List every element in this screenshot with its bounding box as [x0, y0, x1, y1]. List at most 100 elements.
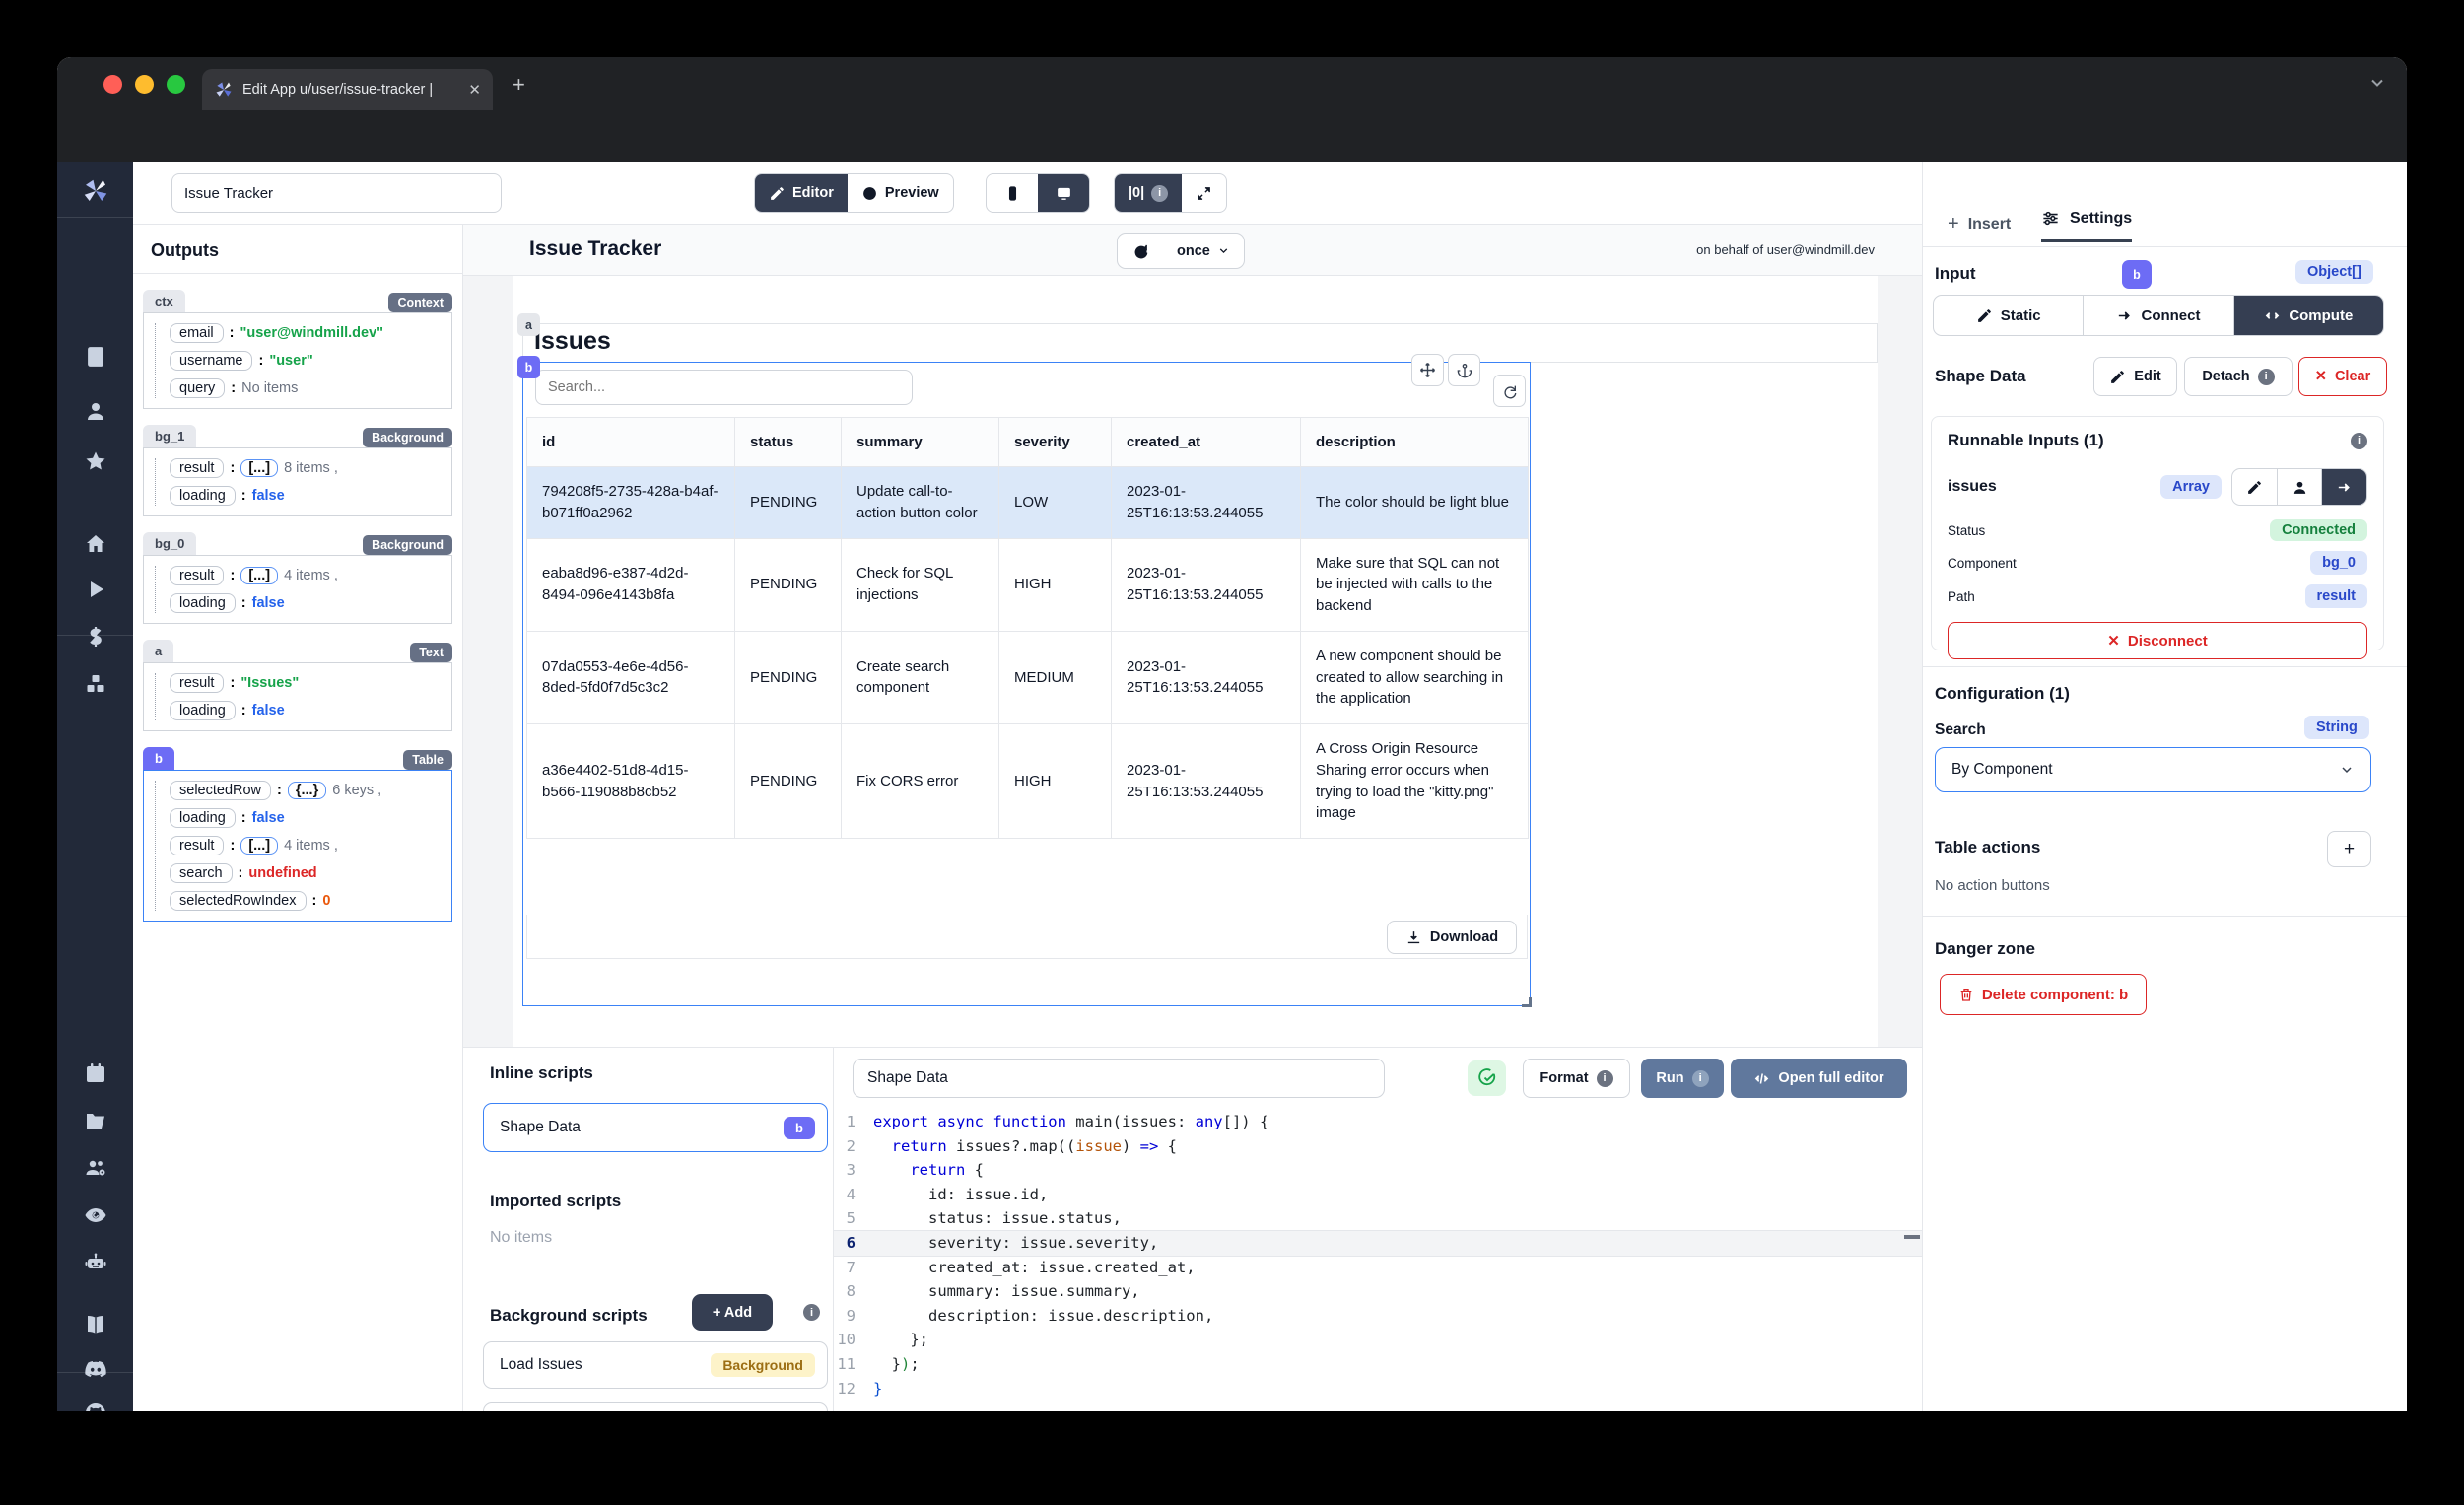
- table-cell: MEDIUM: [998, 630, 1112, 725]
- column-header-severity[interactable]: severity: [998, 417, 1112, 467]
- expand-chip[interactable]: [...]: [240, 567, 279, 584]
- expand-chip[interactable]: {...}: [287, 782, 327, 799]
- browser-tab[interactable]: Edit App u/user/issue-tracker | ✕: [202, 69, 493, 110]
- column-header-summary[interactable]: summary: [841, 417, 999, 467]
- desktop-view-button[interactable]: [1038, 174, 1089, 212]
- star-icon[interactable]: [57, 442, 133, 481]
- eye-icon[interactable]: [57, 1196, 133, 1235]
- github-icon[interactable]: [57, 1394, 133, 1411]
- output-key-chip[interactable]: loading: [170, 808, 236, 828]
- connect-mode-button[interactable]: Connect: [2083, 296, 2232, 335]
- diff-count-button[interactable]: |0| i: [1115, 174, 1183, 212]
- output-key-chip[interactable]: loading: [170, 593, 236, 613]
- maximize-window-button[interactable]: [167, 75, 185, 94]
- output-key-chip[interactable]: loading: [170, 701, 236, 720]
- table-row[interactable]: a36e4402-51d8-4d15-b566-119088b8cb52 PEND…: [526, 723, 1529, 839]
- output-key-chip[interactable]: search: [170, 863, 233, 883]
- table-cell: PENDING: [734, 537, 842, 632]
- canvas-refresh-button[interactable]: [1118, 234, 1163, 268]
- users-icon[interactable]: [57, 1148, 133, 1188]
- output-key-chip[interactable]: selectedRow: [170, 781, 272, 800]
- book-icon[interactable]: [57, 1305, 133, 1344]
- format-button[interactable]: Format i: [1523, 1059, 1630, 1098]
- output-key-chip[interactable]: selectedRowIndex: [170, 891, 307, 911]
- download-button[interactable]: Download: [1387, 921, 1517, 954]
- script-name-input[interactable]: [853, 1059, 1385, 1098]
- new-tab-button[interactable]: +: [513, 74, 525, 96]
- column-header-created_at[interactable]: created_at: [1111, 417, 1301, 467]
- move-component-icon[interactable]: [1411, 354, 1444, 386]
- mobile-view-button[interactable]: [987, 174, 1038, 212]
- output-key-chip[interactable]: email: [170, 323, 224, 343]
- discord-icon[interactable]: [57, 1349, 133, 1389]
- output-key-chip[interactable]: result: [170, 566, 225, 585]
- editor-tab[interactable]: Editor: [755, 174, 848, 212]
- tab-close-icon[interactable]: ✕: [468, 81, 481, 99]
- person-icon[interactable]: [57, 391, 133, 431]
- column-header-id[interactable]: id: [526, 417, 735, 467]
- output-section-tab[interactable]: bg_0: [143, 532, 197, 555]
- tab-settings[interactable]: Settings: [2041, 209, 2133, 242]
- windmill-logo-icon[interactable]: [57, 170, 133, 213]
- text-component-a[interactable]: [522, 323, 1878, 363]
- search-mode-select[interactable]: By Component: [1935, 747, 2371, 792]
- compute-mode-button[interactable]: Compute: [2232, 296, 2383, 335]
- app-name-input[interactable]: [171, 173, 502, 213]
- run-button[interactable]: Run i: [1641, 1059, 1724, 1098]
- output-key-chip[interactable]: query: [170, 378, 226, 398]
- cubes-icon[interactable]: [57, 664, 133, 704]
- fullscreen-button[interactable]: [1182, 174, 1226, 212]
- play-icon[interactable]: [57, 570, 133, 609]
- output-section-tab[interactable]: b: [143, 747, 174, 770]
- line-number: 2: [846, 1136, 856, 1155]
- code-editor[interactable]: 1 export async function main(issues: any[…: [834, 1110, 1923, 1401]
- disconnect-button[interactable]: ✕ Disconnect: [1948, 622, 2367, 659]
- output-key-chip[interactable]: result: [170, 836, 225, 855]
- anchor-component-icon[interactable]: [1448, 354, 1480, 386]
- open-full-editor-button[interactable]: Open full editor: [1731, 1059, 1907, 1098]
- output-key-chip[interactable]: username: [170, 351, 253, 371]
- building-icon[interactable]: [57, 337, 133, 376]
- output-section-tab[interactable]: bg_1: [143, 425, 197, 447]
- column-header-status[interactable]: status: [734, 417, 842, 467]
- close-window-button[interactable]: [103, 75, 122, 94]
- table-refresh-icon[interactable]: [1493, 375, 1526, 407]
- calendar-icon[interactable]: [57, 1054, 133, 1093]
- table-row[interactable]: eaba8d96-e387-4d2d-8494-096e4143b8fa PEND…: [526, 537, 1529, 632]
- expand-chip[interactable]: [...]: [240, 459, 279, 477]
- detach-button[interactable]: Detach i: [2184, 357, 2293, 396]
- home-icon[interactable]: [57, 524, 133, 564]
- static-mode-button[interactable]: Static: [1934, 296, 2083, 335]
- output-key-chip[interactable]: result: [170, 458, 225, 478]
- background-script-partial[interactable]: [483, 1402, 828, 1411]
- table-component-b[interactable]: idstatussummaryseveritycreated_atdescrip…: [522, 354, 1532, 1007]
- resize-handle[interactable]: [1522, 997, 1532, 1007]
- add-background-script-button[interactable]: + Add: [692, 1294, 773, 1331]
- output-section-tab[interactable]: ctx: [143, 290, 185, 312]
- output-key-chip[interactable]: result: [170, 673, 225, 693]
- edit-button[interactable]: Edit: [2093, 357, 2177, 396]
- user-kind-button[interactable]: [2276, 469, 2322, 505]
- schedule-dropdown[interactable]: once: [1163, 234, 1244, 268]
- delete-component-button[interactable]: Delete component: b: [1940, 974, 2147, 1015]
- inline-script-shape-data[interactable]: Shape Data b: [483, 1103, 828, 1152]
- connect-kind-button[interactable]: [2321, 469, 2366, 505]
- minimize-window-button[interactable]: [135, 75, 154, 94]
- tab-search-chevron-icon[interactable]: [2367, 73, 2387, 98]
- clear-button[interactable]: ✕ Clear: [2298, 357, 2387, 396]
- static-kind-button[interactable]: [2232, 469, 2277, 505]
- add-table-action-button[interactable]: +: [2327, 831, 2371, 867]
- background-script-load-issues[interactable]: Load Issues Background: [483, 1341, 828, 1389]
- robot-icon[interactable]: [57, 1243, 133, 1282]
- preview-tab[interactable]: Preview: [848, 174, 953, 212]
- folder-icon[interactable]: [57, 1101, 133, 1140]
- table-row[interactable]: 07da0553-4e6e-4d56-8ded-5fd0f7d5c3c2 PEND…: [526, 630, 1529, 725]
- table-row[interactable]: 794208f5-2735-428a-b4af-b071ff0a2962 PEND…: [526, 466, 1529, 539]
- table-search-input[interactable]: [535, 370, 913, 405]
- dollar-icon[interactable]: [57, 617, 133, 656]
- column-header-description[interactable]: description: [1300, 417, 1529, 467]
- tab-insert[interactable]: + Insert: [1948, 213, 2011, 236]
- output-key-chip[interactable]: loading: [170, 486, 236, 506]
- output-section-tab[interactable]: a: [143, 640, 174, 662]
- expand-chip[interactable]: [...]: [240, 837, 279, 855]
